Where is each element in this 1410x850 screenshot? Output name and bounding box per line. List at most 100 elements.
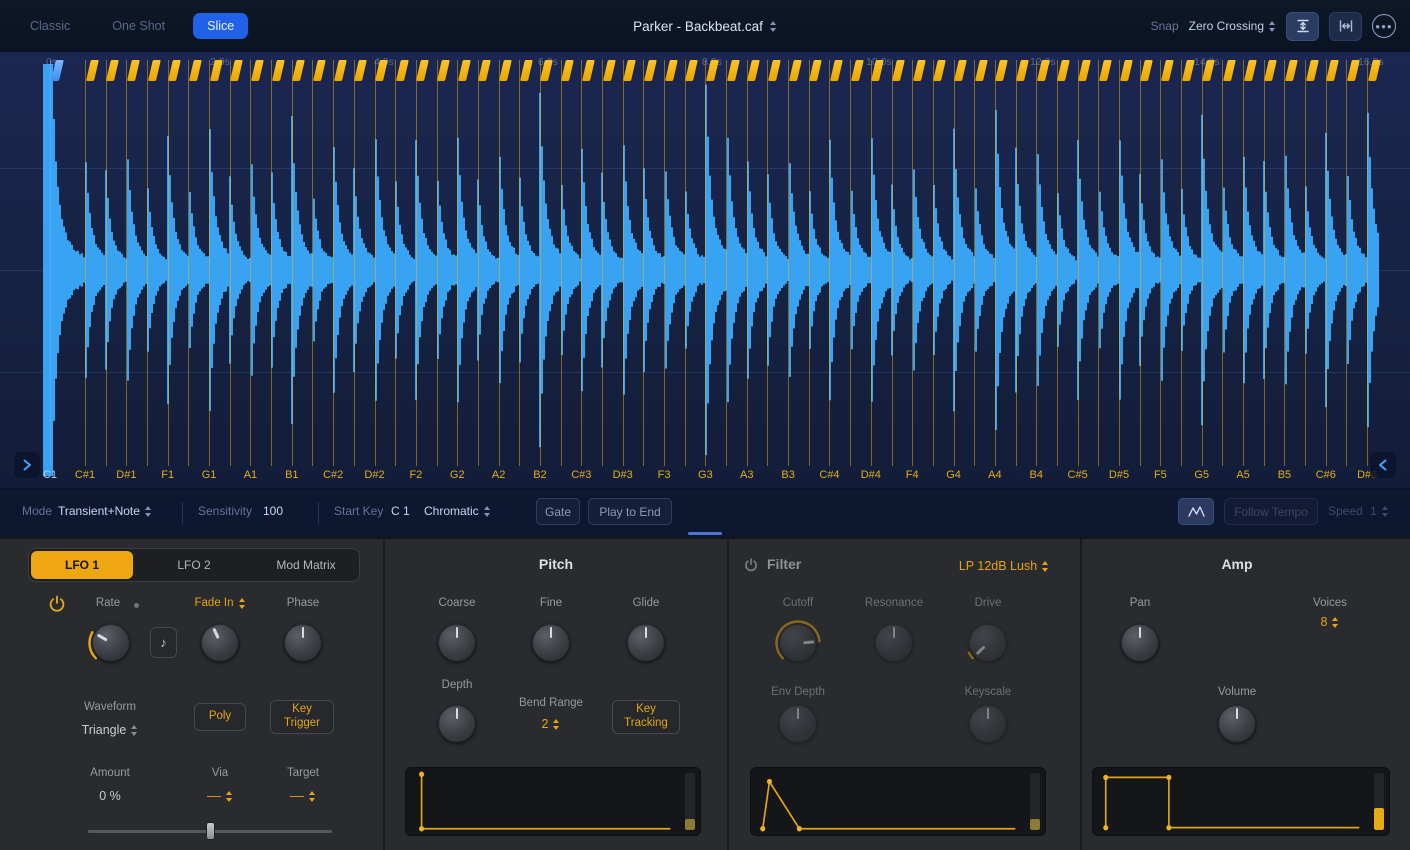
slice-marker-line[interactable] — [457, 60, 458, 466]
tab-one-shot[interactable]: One Shot — [98, 13, 179, 39]
slice-marker-line[interactable] — [395, 60, 396, 466]
filter-type-select[interactable]: LP 12dB Lush — [929, 559, 1079, 573]
env-velocity-slider[interactable] — [685, 773, 695, 830]
slice-marker-line[interactable] — [1160, 60, 1161, 466]
via-select[interactable]: –– — [185, 789, 255, 803]
target-select[interactable]: –– — [268, 789, 338, 803]
slider-handle[interactable] — [206, 822, 215, 840]
pitch-envelope-display[interactable] — [405, 767, 701, 836]
tab-mod-matrix[interactable]: Mod Matrix — [255, 551, 357, 579]
fade-mode-select[interactable]: Fade In — [182, 597, 258, 609]
snap-select[interactable]: Zero Crossing — [1189, 19, 1276, 33]
volume-knob[interactable] — [1214, 701, 1260, 747]
resonance-knob[interactable] — [871, 620, 917, 666]
glide-knob[interactable] — [623, 620, 669, 666]
slice-marker-line[interactable] — [1140, 60, 1141, 466]
slice-marker-line[interactable] — [250, 60, 251, 466]
key-trigger-button[interactable]: Key Trigger — [270, 700, 334, 734]
rate-knob[interactable] — [88, 620, 134, 666]
follow-tempo-button[interactable]: Follow Tempo — [1224, 498, 1318, 525]
slice-marker-line[interactable] — [1305, 60, 1306, 466]
phase-knob[interactable] — [280, 620, 326, 666]
slice-marker-line[interactable] — [726, 60, 727, 466]
jump-end-button[interactable] — [1370, 452, 1396, 478]
start-key-value[interactable]: C 1 — [391, 504, 410, 518]
slice-marker-line[interactable] — [1057, 60, 1058, 466]
speed-select[interactable]: 1 — [1370, 504, 1389, 518]
slice-marker-line[interactable] — [1264, 60, 1265, 466]
slice-marker-line[interactable] — [1243, 60, 1244, 466]
slice-marker-line[interactable] — [809, 60, 810, 466]
slice-marker-line[interactable] — [354, 60, 355, 466]
scale-select[interactable]: Chromatic — [424, 504, 491, 518]
slice-marker-line[interactable] — [209, 60, 210, 466]
slice-marker-line[interactable] — [375, 60, 376, 466]
slice-marker-line[interactable] — [519, 60, 520, 466]
slice-marker-line[interactable] — [312, 60, 313, 466]
slice-marker-line[interactable] — [974, 60, 975, 466]
pan-knob[interactable] — [1117, 620, 1163, 666]
slice-marker-line[interactable] — [767, 60, 768, 466]
slice-marker-line[interactable] — [1098, 60, 1099, 466]
fit-horizontal-button[interactable] — [1329, 12, 1362, 41]
waveform-display[interactable]: 0s2.0s4.0s6.0s8.0s10.0s12.0s14.0s16.0s C… — [0, 52, 1410, 488]
amount-value[interactable]: 0 % — [70, 789, 150, 803]
slice-marker-line[interactable] — [1346, 60, 1347, 466]
slice-marker-line[interactable] — [871, 60, 872, 466]
tab-lfo1[interactable]: LFO 1 — [31, 551, 133, 579]
key-tracking-button[interactable]: Key Tracking — [612, 700, 680, 734]
sample-selector[interactable]: Parker - Backbeat.caf — [633, 0, 777, 52]
slice-marker-line[interactable] — [829, 60, 830, 466]
lfo-power-button[interactable] — [47, 594, 67, 614]
slice-marker-line[interactable] — [912, 60, 913, 466]
voices-select[interactable]: 8 — [1290, 615, 1370, 629]
slice-marker-line[interactable] — [1078, 60, 1079, 466]
slice-marker-line[interactable] — [540, 60, 541, 466]
amp-envelope-display[interactable] — [1092, 767, 1390, 836]
slice-marker-line[interactable] — [561, 60, 562, 466]
lfo-amount-slider[interactable] — [88, 822, 332, 840]
slice-marker-line[interactable] — [1222, 60, 1223, 466]
depth-knob[interactable] — [434, 701, 480, 747]
slice-marker-line[interactable] — [292, 60, 293, 466]
slice-marker-line[interactable] — [168, 60, 169, 466]
slice-marker-line[interactable] — [1181, 60, 1182, 466]
env-velocity-slider[interactable] — [1374, 773, 1384, 830]
more-options-button[interactable]: ●●● — [1372, 14, 1396, 38]
slice-marker-line[interactable] — [1036, 60, 1037, 466]
slice-marker-line[interactable] — [437, 60, 438, 466]
env-velocity-slider[interactable] — [1030, 773, 1040, 830]
slice-marker-line[interactable] — [602, 60, 603, 466]
slice-marker-line[interactable] — [1326, 60, 1327, 466]
env-depth-knob[interactable] — [775, 701, 821, 747]
bend-range-select[interactable]: 2 — [501, 717, 601, 731]
slice-marker-line[interactable] — [581, 60, 582, 466]
slice-marker-line[interactable] — [188, 60, 189, 466]
slice-marker-line[interactable] — [106, 60, 107, 466]
flex-button[interactable] — [1178, 498, 1214, 525]
lfo-waveform-select[interactable]: Triangle — [60, 723, 160, 737]
slice-marker-line[interactable] — [788, 60, 789, 466]
jump-start-button[interactable] — [14, 452, 40, 478]
tab-classic[interactable]: Classic — [16, 13, 84, 39]
slice-marker-line[interactable] — [954, 60, 955, 466]
slice-marker-line[interactable] — [623, 60, 624, 466]
filter-power-button[interactable] — [743, 557, 759, 573]
slice-marker-line[interactable] — [685, 60, 686, 466]
gate-button[interactable]: Gate — [536, 498, 580, 525]
slice-marker-line[interactable] — [333, 60, 334, 466]
keyscale-knob[interactable] — [965, 701, 1011, 747]
slice-marker-line[interactable] — [1016, 60, 1017, 466]
slice-marker-line[interactable] — [747, 60, 748, 466]
slice-marker-line[interactable] — [933, 60, 934, 466]
slice-marker-line[interactable] — [499, 60, 500, 466]
play-to-end-button[interactable]: Play to End — [588, 498, 672, 525]
slice-marker-line[interactable] — [147, 60, 148, 466]
slice-marker-line[interactable] — [85, 60, 86, 466]
sensitivity-value[interactable]: 100 — [263, 504, 283, 518]
slice-marker-line[interactable] — [664, 60, 665, 466]
slice-marker-line[interactable] — [230, 60, 231, 466]
slice-marker-line[interactable] — [1367, 60, 1368, 466]
fine-knob[interactable] — [528, 620, 574, 666]
fit-vertical-button[interactable] — [1286, 12, 1319, 41]
